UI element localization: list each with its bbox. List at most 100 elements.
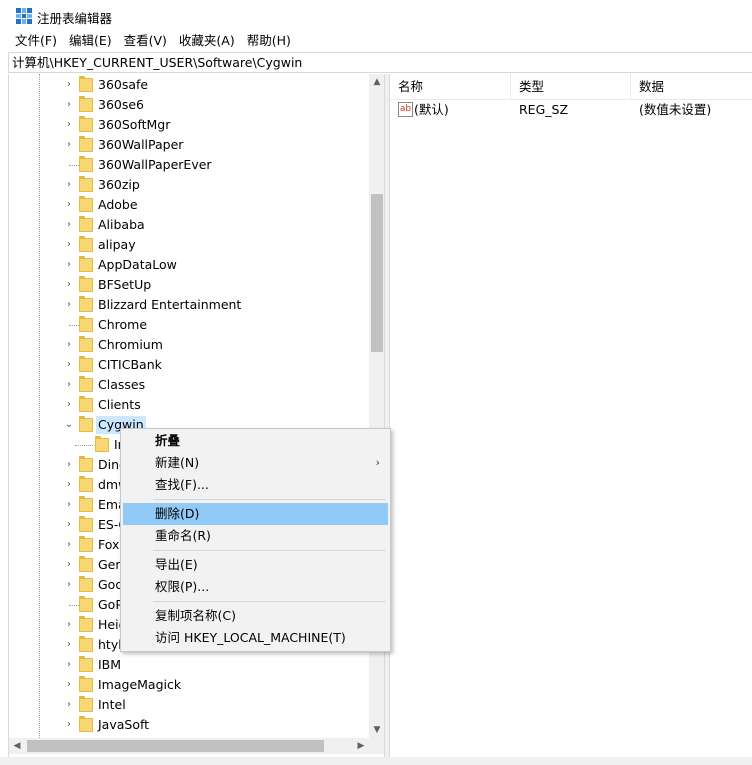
- value-row[interactable]: ab (默认) REG_SZ (数值未设置): [390, 100, 752, 120]
- regedit-app-icon: [16, 8, 32, 24]
- tree-item[interactable]: › 360zip: [9, 175, 369, 195]
- menu-file[interactable]: 文件(F): [9, 32, 63, 52]
- tree-item-label: CITICBank: [98, 357, 162, 372]
- chevron-right-icon[interactable]: ›: [63, 279, 75, 291]
- chevron-right-icon[interactable]: ›: [63, 359, 75, 371]
- tree-horizontal-scrollbar[interactable]: ◀ ▶: [9, 738, 369, 754]
- tree-item[interactable]: › Adobe: [9, 195, 369, 215]
- tree-item[interactable]: › AppDataLow: [9, 255, 369, 275]
- chevron-right-icon[interactable]: ›: [63, 179, 75, 191]
- horizontal-scroll-thumb[interactable]: [27, 740, 324, 752]
- chevron-right-icon[interactable]: ›: [63, 119, 75, 131]
- tree-item[interactable]: › Chromium: [9, 335, 369, 355]
- column-header-data[interactable]: 数据: [631, 74, 752, 100]
- menu-help[interactable]: 帮助(H): [241, 32, 297, 52]
- context-menu-item[interactable]: 权限(P)...: [123, 576, 388, 598]
- column-header-name[interactable]: 名称: [390, 74, 511, 100]
- chevron-right-icon[interactable]: ›: [63, 259, 75, 271]
- context-menu-item-label: 访问 HKEY_LOCAL_MACHINE(T): [155, 630, 346, 645]
- context-menu-item[interactable]: 折叠: [123, 430, 388, 452]
- scroll-up-icon[interactable]: ▲: [369, 74, 384, 90]
- folder-icon: [79, 516, 93, 532]
- tree-item[interactable]: 360WallPaperEver: [9, 155, 369, 175]
- tree-item[interactable]: › BFSetUp: [9, 275, 369, 295]
- address-bar[interactable]: 计算机\HKEY_CURRENT_USER\Software\Cygwin: [8, 52, 752, 73]
- chevron-right-icon[interactable]: ›: [63, 519, 75, 531]
- scroll-left-icon[interactable]: ◀: [9, 738, 25, 754]
- menu-view[interactable]: 查看(V): [118, 32, 173, 52]
- tree-item[interactable]: › alipay: [9, 235, 369, 255]
- menu-separator: [153, 499, 386, 500]
- tree-item[interactable]: › Classes: [9, 375, 369, 395]
- tree-item-label: 360WallPaperEver: [98, 157, 212, 172]
- chevron-right-icon[interactable]: ›: [63, 199, 75, 211]
- tree-item[interactable]: › 360safe: [9, 75, 369, 95]
- folder-icon: [79, 156, 93, 172]
- tree-item[interactable]: › Alibaba: [9, 215, 369, 235]
- chevron-right-icon[interactable]: ›: [63, 79, 75, 91]
- chevron-right-icon[interactable]: ›: [63, 719, 75, 731]
- tree-item[interactable]: › Intel: [9, 695, 369, 715]
- folder-icon: [79, 396, 93, 412]
- context-menu-item-label: 折叠: [155, 433, 181, 448]
- tree-item[interactable]: › 360SoftMgr: [9, 115, 369, 135]
- window-title: 注册表编辑器: [37, 11, 113, 26]
- tree-item[interactable]: › ImageMagick: [9, 675, 369, 695]
- context-menu-item[interactable]: 重命名(R): [123, 525, 388, 547]
- context-menu-item[interactable]: 导出(E): [123, 554, 388, 576]
- folder-icon: [79, 456, 93, 472]
- context-menu-item-label: 删除(D): [155, 506, 200, 521]
- menu-edit[interactable]: 编辑(E): [63, 32, 118, 52]
- context-menu-item[interactable]: 访问 HKEY_LOCAL_MACHINE(T): [123, 627, 388, 649]
- chevron-right-icon[interactable]: ›: [63, 639, 75, 651]
- vertical-scroll-thumb[interactable]: [371, 194, 383, 352]
- chevron-right-icon[interactable]: ›: [63, 139, 75, 151]
- chevron-right-icon[interactable]: ›: [63, 699, 75, 711]
- chevron-right-icon[interactable]: ›: [63, 379, 75, 391]
- chevron-right-icon[interactable]: ›: [63, 219, 75, 231]
- chevron-right-icon[interactable]: ›: [63, 559, 75, 571]
- chevron-right-icon[interactable]: ›: [63, 299, 75, 311]
- context-menu: 折叠新建(N) › 查找(F)... 删除(D) 重命名(R) 导出(E) 权限(P)...…: [120, 428, 391, 652]
- folder-icon: [79, 376, 93, 392]
- tree-item-label: 360safe: [98, 77, 149, 92]
- chevron-right-icon[interactable]: ›: [63, 659, 75, 671]
- context-menu-item[interactable]: 复制项名称(C): [123, 605, 388, 627]
- context-menu-item[interactable]: 删除(D): [123, 503, 388, 525]
- chevron-right-icon[interactable]: ›: [63, 99, 75, 111]
- chevron-right-icon[interactable]: ›: [63, 679, 75, 691]
- tree-item[interactable]: › IBM: [9, 655, 369, 675]
- chevron-right-icon[interactable]: ›: [63, 459, 75, 471]
- tree-item[interactable]: › CITICBank: [9, 355, 369, 375]
- column-header-type[interactable]: 类型: [511, 74, 631, 100]
- scroll-right-icon[interactable]: ▶: [353, 738, 369, 754]
- chevron-right-icon[interactable]: ›: [63, 479, 75, 491]
- chevron-right-icon[interactable]: ›: [63, 399, 75, 411]
- tree-item-label: JavaSoft: [98, 717, 150, 732]
- folder-icon: [79, 176, 93, 192]
- title-bar: 注册表编辑器: [0, 0, 752, 32]
- chevron-right-icon[interactable]: ›: [63, 539, 75, 551]
- folder-icon: [95, 436, 109, 452]
- tree-item-label: Clients: [98, 397, 141, 412]
- tree-item[interactable]: › Clients: [9, 395, 369, 415]
- chevron-down-icon[interactable]: ⌄: [63, 419, 75, 431]
- tree-pane: › 360safe › 360se6 › 360SoftMgr › 360WallPaper 3…: [8, 74, 384, 757]
- scroll-down-icon[interactable]: ▼: [369, 722, 384, 738]
- chevron-right-icon[interactable]: ›: [63, 579, 75, 591]
- list-header: 名称 类型 数据: [390, 74, 752, 100]
- tree-item[interactable]: › JavaSoft: [9, 715, 369, 735]
- tree-item[interactable]: Chrome: [9, 315, 369, 335]
- folder-icon: [79, 116, 93, 132]
- chevron-right-icon[interactable]: ›: [63, 619, 75, 631]
- folder-icon: [79, 76, 93, 92]
- context-menu-item[interactable]: 新建(N) ›: [123, 452, 388, 474]
- chevron-right-icon[interactable]: ›: [63, 339, 75, 351]
- tree-item[interactable]: › 360se6: [9, 95, 369, 115]
- tree-item[interactable]: › 360WallPaper: [9, 135, 369, 155]
- chevron-right-icon[interactable]: ›: [63, 239, 75, 251]
- context-menu-item[interactable]: 查找(F)...: [123, 474, 388, 496]
- tree-item[interactable]: › Blizzard Entertainment: [9, 295, 369, 315]
- menu-favorites[interactable]: 收藏夹(A): [173, 32, 241, 52]
- chevron-right-icon[interactable]: ›: [63, 499, 75, 511]
